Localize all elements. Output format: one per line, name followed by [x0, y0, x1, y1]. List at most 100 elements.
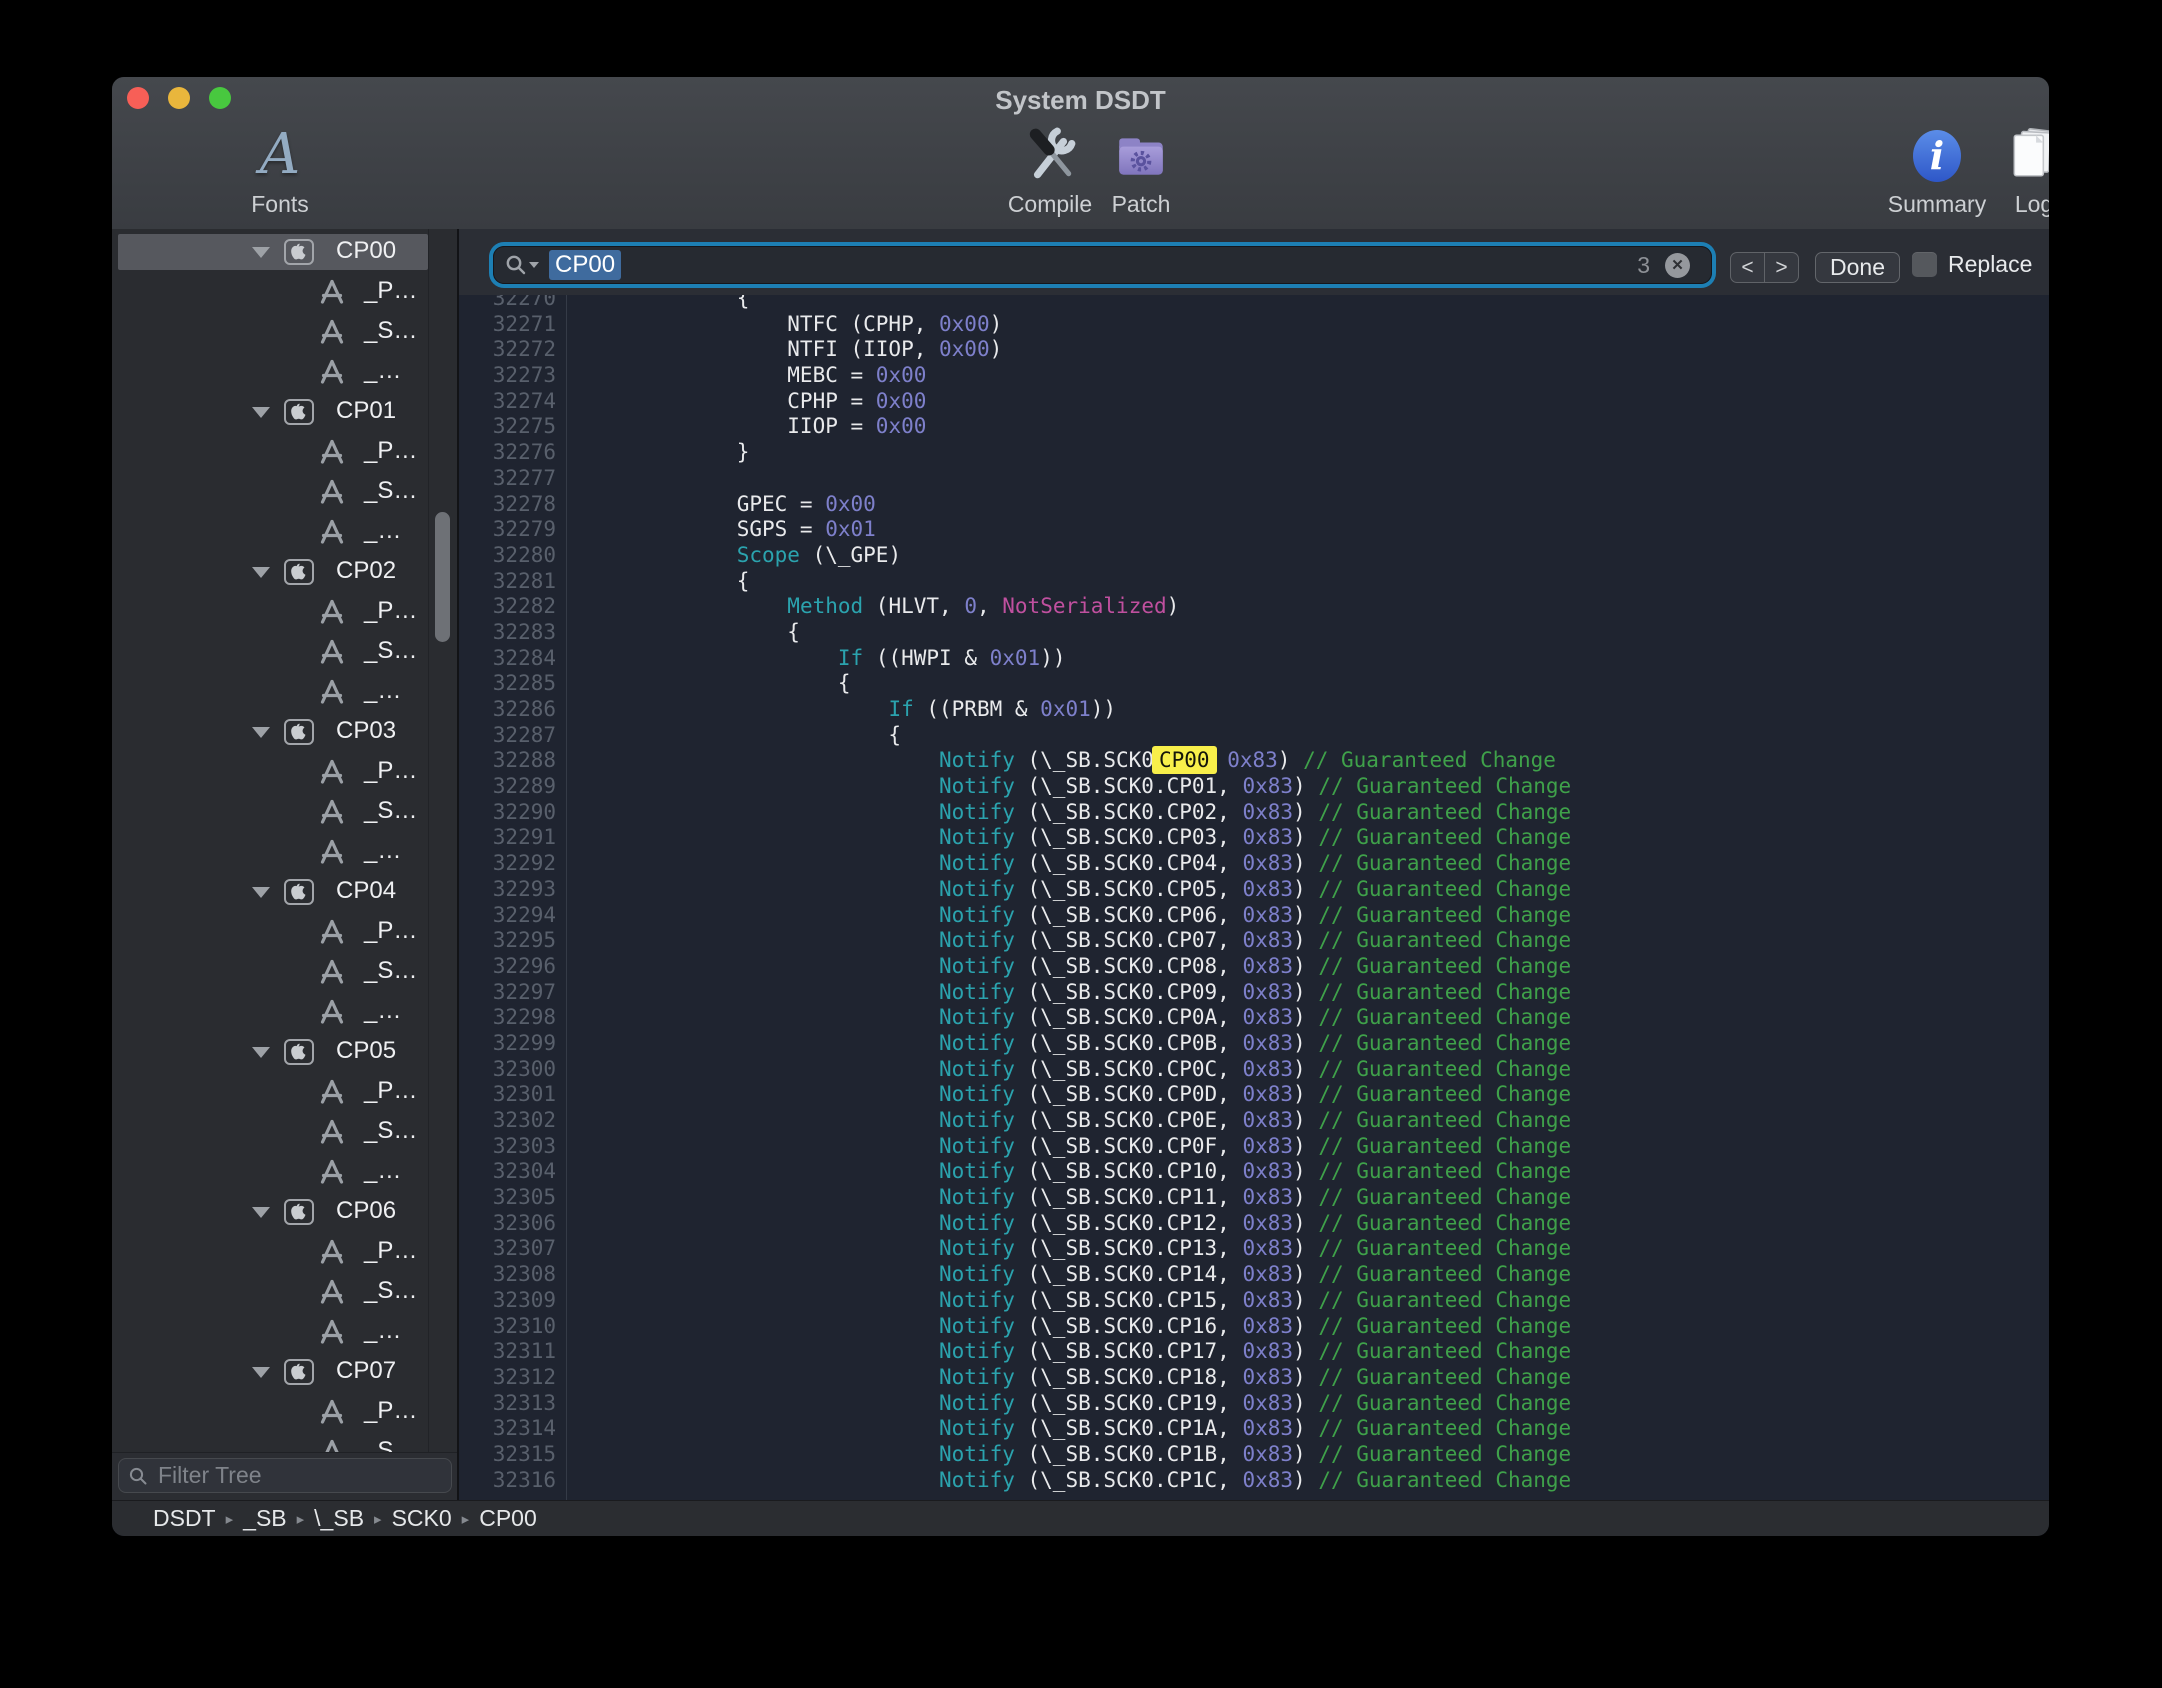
tree-child-item[interactable]: _…: [112, 1152, 457, 1192]
search-input[interactable]: CP00 3 ✕: [493, 246, 1712, 284]
line-number: 32296: [492, 954, 556, 980]
tree-child-item[interactable]: _S…: [112, 1112, 457, 1152]
fonts-icon: A: [260, 125, 300, 185]
code-text: Notify (\_SB.SCK0.CP0E, 0x83) // Guarant…: [585, 1108, 1571, 1134]
code-text: MEBC = 0x00: [585, 363, 926, 389]
line-number: 32286: [492, 697, 556, 723]
tree-item-label: _P…: [364, 1397, 417, 1425]
tree-child-item[interactable]: _…: [112, 512, 457, 552]
code-text: Notify (\_SB.SCK0.CP1A, 0x83) // Guarant…: [585, 1416, 1571, 1442]
tree-item-cp01[interactable]: CP01: [112, 392, 457, 432]
tree-child-item[interactable]: _…: [112, 832, 457, 872]
breadcrumb-item[interactable]: SCK0: [392, 1505, 452, 1532]
disclosure-triangle-icon[interactable]: [252, 1047, 270, 1058]
device-icon: [284, 559, 314, 585]
code-line: 32286 If ((PRBM & 0x01)): [459, 697, 2049, 723]
code-line: 32315 Notify (\_SB.SCK0.CP1B, 0x83) // G…: [459, 1442, 2049, 1468]
compile-icon: [1021, 121, 1079, 185]
tree-item-cp02[interactable]: CP02: [112, 552, 457, 592]
tree-child-item[interactable]: _S…: [112, 952, 457, 992]
tree-child-item[interactable]: _S…: [112, 792, 457, 832]
find-next-button[interactable]: >: [1764, 252, 1799, 283]
clear-search-button[interactable]: ✕: [1665, 253, 1690, 278]
code-line: 32294 Notify (\_SB.SCK0.CP06, 0x83) // G…: [459, 903, 2049, 929]
method-icon: [319, 1279, 345, 1310]
code-editor[interactable]: 32270 {32271 NTFC (CPHP, 0x00)32272 NTFI…: [459, 295, 2049, 1500]
code-line: 32313 Notify (\_SB.SCK0.CP19, 0x83) // G…: [459, 1391, 2049, 1417]
tree-item-label: _S…: [364, 1117, 417, 1145]
search-options-chevron-icon[interactable]: [529, 262, 539, 268]
tree-item-cp00[interactable]: CP00: [112, 232, 457, 272]
code-line: 32302 Notify (\_SB.SCK0.CP0E, 0x83) // G…: [459, 1108, 2049, 1134]
tree-child-item[interactable]: _…: [112, 1312, 457, 1352]
code-lines: 32270 {32271 NTFC (CPHP, 0x00)32272 NTFI…: [459, 295, 2049, 1493]
tree-item-cp06[interactable]: CP06: [112, 1192, 457, 1232]
window-header: System DSDT A Fonts Compile: [112, 77, 2049, 230]
tree-child-item[interactable]: _…: [112, 672, 457, 712]
code-text: Notify (\_SB.SCK0.CP13, 0x83) // Guarant…: [585, 1236, 1571, 1262]
tree-child-item[interactable]: _S…: [112, 632, 457, 672]
breadcrumb-item[interactable]: DSDT: [153, 1505, 216, 1532]
line-number: 32280: [492, 543, 556, 569]
tree-child-item[interactable]: _P…: [112, 272, 457, 312]
tree-child-item[interactable]: _P…: [112, 752, 457, 792]
line-number: 32276: [492, 440, 556, 466]
tree-item-cp05[interactable]: CP05: [112, 1032, 457, 1072]
disclosure-triangle-icon[interactable]: [252, 407, 270, 418]
code-line: 32296 Notify (\_SB.SCK0.CP08, 0x83) // G…: [459, 954, 2049, 980]
tree-child-item[interactable]: _P…: [112, 1232, 457, 1272]
tree-child-item[interactable]: _S…: [112, 312, 457, 352]
disclosure-triangle-icon[interactable]: [252, 567, 270, 578]
tree-child-item[interactable]: _…: [112, 992, 457, 1032]
tree-item-label: _…: [364, 517, 401, 545]
tree-item-cp03[interactable]: CP03: [112, 712, 457, 752]
line-number: 32313: [492, 1391, 556, 1417]
line-number: 32295: [492, 928, 556, 954]
tree-item-label: _…: [364, 997, 401, 1025]
find-previous-button[interactable]: <: [1730, 252, 1764, 283]
tree-child-item[interactable]: _S…: [112, 472, 457, 512]
disclosure-triangle-icon[interactable]: [252, 1367, 270, 1378]
tree-child-item[interactable]: _S…: [112, 1272, 457, 1312]
breadcrumb: DSDT▸_SB▸\_SB▸SCK0▸CP00: [112, 1500, 2049, 1536]
disclosure-triangle-icon[interactable]: [252, 727, 270, 738]
patch-icon: [1112, 121, 1170, 185]
code-text: Notify (\_SB.SCK0.CP01, 0x83) // Guarant…: [585, 774, 1571, 800]
tree-child-item[interactable]: _P…: [112, 1392, 457, 1432]
tree-child-item[interactable]: _P…: [112, 592, 457, 632]
tree-child-item[interactable]: _S…: [112, 1432, 457, 1453]
replace-checkbox[interactable]: [1912, 252, 1937, 277]
log-button[interactable]: Log: [1974, 121, 2049, 218]
tree-child-item[interactable]: _P…: [112, 1072, 457, 1112]
tree-item-label: _P…: [364, 917, 417, 945]
tree-item-label: _P…: [364, 1237, 417, 1265]
tree-item-cp07[interactable]: CP07: [112, 1352, 457, 1392]
disclosure-triangle-icon[interactable]: [252, 1207, 270, 1218]
search-match-highlight: CP00: [1152, 746, 1217, 774]
search-icon: [505, 254, 527, 276]
sidebar-scrollbar[interactable]: [435, 512, 450, 642]
disclosure-triangle-icon[interactable]: [252, 887, 270, 898]
tree-child-item[interactable]: _P…: [112, 912, 457, 952]
breadcrumb-item[interactable]: CP00: [479, 1505, 537, 1532]
code-text: Notify (\_SB.SCK0.CP0C, 0x83) // Guarant…: [585, 1057, 1571, 1083]
tree-item-label: CP02: [336, 557, 396, 585]
code-line: 32295 Notify (\_SB.SCK0.CP07, 0x83) // G…: [459, 928, 2049, 954]
method-icon: [319, 999, 345, 1030]
breadcrumb-item[interactable]: \_SB: [314, 1505, 364, 1532]
filter-tree-input[interactable]: Filter Tree: [118, 1458, 452, 1493]
done-button[interactable]: Done: [1815, 252, 1900, 283]
tree-item-label: _…: [364, 1317, 401, 1345]
tree-child-item[interactable]: _…: [112, 352, 457, 392]
code-line: 32301 Notify (\_SB.SCK0.CP0D, 0x83) // G…: [459, 1082, 2049, 1108]
tree-item-cp04[interactable]: CP04: [112, 872, 457, 912]
code-text: Notify (\_SB.SCK0.CP1B, 0x83) // Guarant…: [585, 1442, 1571, 1468]
fonts-button[interactable]: A Fonts: [220, 121, 340, 218]
tree-child-item[interactable]: _P…: [112, 432, 457, 472]
code-text: Notify (\_SB.SCK0.CP02, 0x83) // Guarant…: [585, 800, 1571, 826]
line-number: 32299: [492, 1031, 556, 1057]
disclosure-triangle-icon[interactable]: [252, 247, 270, 258]
patch-button[interactable]: Patch: [1081, 121, 1201, 218]
method-icon: [319, 359, 345, 390]
breadcrumb-item[interactable]: _SB: [243, 1505, 286, 1532]
